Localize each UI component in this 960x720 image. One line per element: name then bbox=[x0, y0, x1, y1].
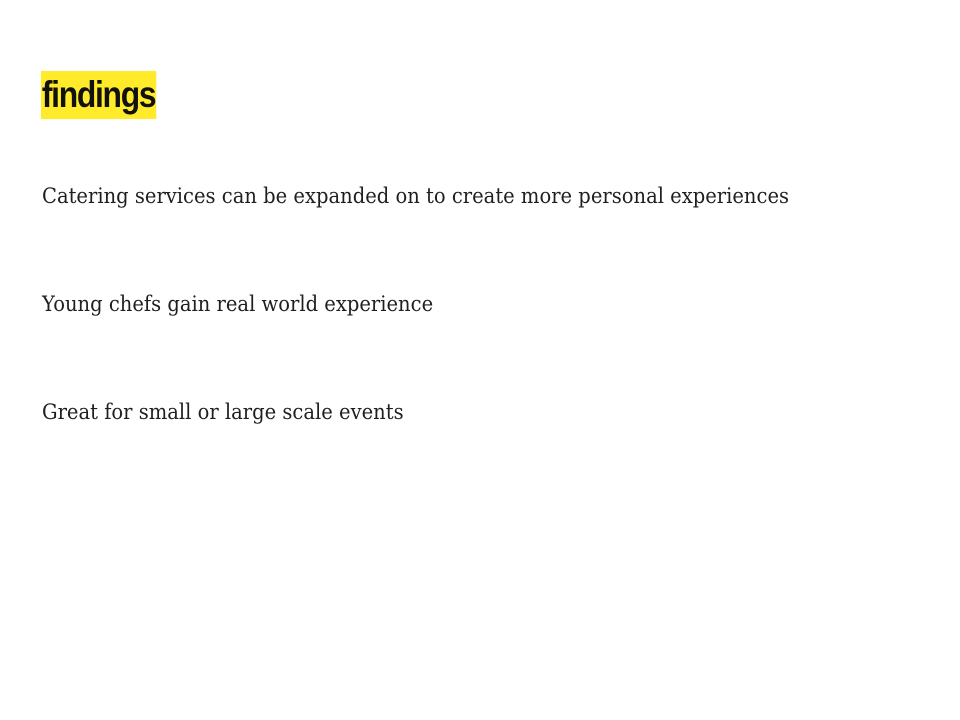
finding-item: Catering services can be expanded on to … bbox=[42, 184, 790, 208]
slide: findings Catering services can be expand… bbox=[0, 0, 960, 720]
finding-item: Great for small or large scale events bbox=[42, 400, 404, 424]
slide-title: findings bbox=[41, 71, 157, 119]
finding-item: Young chefs gain real world experience bbox=[42, 292, 434, 316]
